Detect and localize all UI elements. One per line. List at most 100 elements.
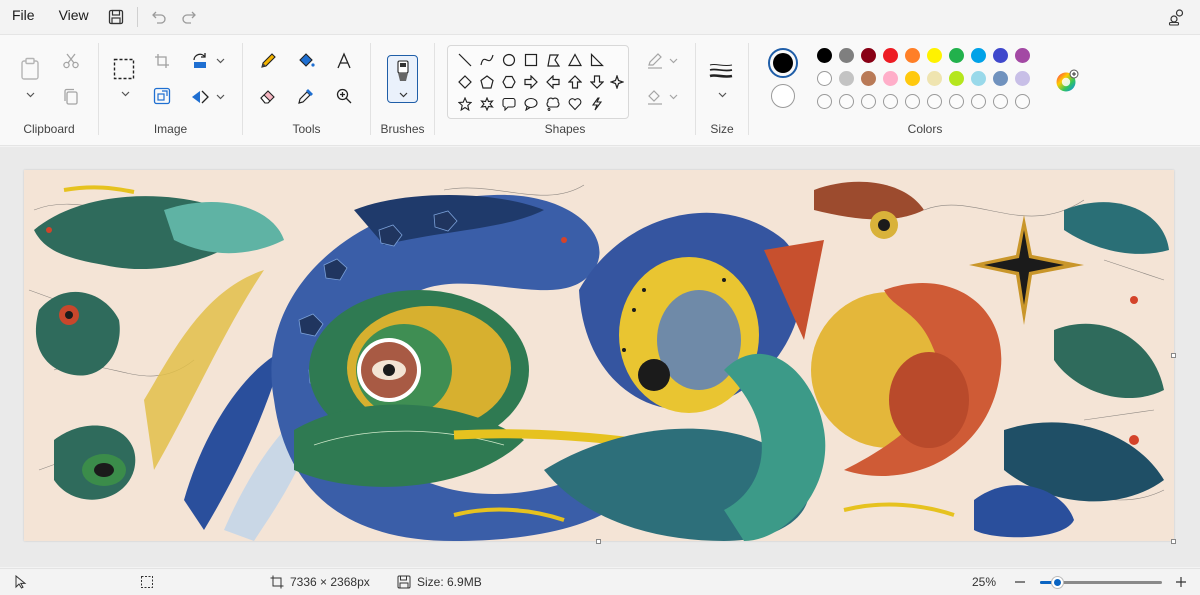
color-swatch[interactable] xyxy=(927,48,942,63)
custom-color-slot[interactable] xyxy=(883,94,898,109)
down-arrow-shape-icon[interactable] xyxy=(588,73,606,91)
color-swatch[interactable] xyxy=(971,48,986,63)
canvas-bottom-handle[interactable] xyxy=(596,539,601,544)
color-swatch[interactable] xyxy=(861,48,876,63)
custom-color-slot[interactable] xyxy=(927,94,942,109)
save-button[interactable] xyxy=(101,0,131,33)
color-swatch[interactable] xyxy=(1015,48,1030,63)
curve-shape-icon[interactable] xyxy=(478,51,496,69)
hexagon-shape-icon[interactable] xyxy=(500,73,518,91)
color-swatch[interactable] xyxy=(993,48,1008,63)
cloud-callout-shape-icon[interactable] xyxy=(544,95,562,113)
copy-button[interactable] xyxy=(57,83,85,111)
diamond-shape-icon[interactable] xyxy=(456,73,474,91)
custom-color-slot[interactable] xyxy=(861,94,876,109)
fill-button[interactable] xyxy=(641,83,669,111)
canvas-corner-handle[interactable] xyxy=(1171,539,1176,544)
zoom-slider-thumb[interactable] xyxy=(1051,576,1064,589)
color-swatch[interactable] xyxy=(949,71,964,86)
color-swatch[interactable] xyxy=(839,71,854,86)
select-button[interactable] xyxy=(110,55,138,83)
color-swatch[interactable] xyxy=(905,71,920,86)
color-swatch[interactable] xyxy=(971,71,986,86)
triangle-shape-icon[interactable] xyxy=(566,51,584,69)
resize-button[interactable] xyxy=(148,82,176,110)
color-swatch[interactable] xyxy=(883,48,898,63)
fill-tool[interactable] xyxy=(292,47,320,75)
five-point-star-shape-icon[interactable] xyxy=(456,95,474,113)
file-size-text: Size: 6.9MB xyxy=(417,575,482,589)
color-swatch[interactable] xyxy=(949,48,964,63)
heart-shape-icon[interactable] xyxy=(566,95,584,113)
fill-bucket-icon xyxy=(299,53,315,67)
six-point-star-shape-icon[interactable] xyxy=(478,95,496,113)
custom-color-slot[interactable] xyxy=(993,94,1008,109)
drawing-canvas[interactable] xyxy=(24,170,1174,541)
polygon-shape-icon[interactable] xyxy=(544,51,562,69)
size-chevron-icon[interactable] xyxy=(716,89,728,101)
color-swatch[interactable] xyxy=(861,71,876,86)
menu-file[interactable]: File xyxy=(0,0,47,33)
oval-shape-icon[interactable] xyxy=(500,51,518,69)
custom-color-slot[interactable] xyxy=(905,94,920,109)
right-arrow-shape-icon[interactable] xyxy=(522,73,540,91)
color-swatch[interactable] xyxy=(817,71,832,86)
custom-color-slot[interactable] xyxy=(839,94,854,109)
secondary-color-button[interactable] xyxy=(771,84,795,108)
outline-chevron-icon[interactable] xyxy=(667,55,679,67)
custom-color-slot[interactable] xyxy=(949,94,964,109)
right-triangle-shape-icon[interactable] xyxy=(588,51,606,69)
color-swatch[interactable] xyxy=(1015,71,1030,86)
rotate-chevron-icon[interactable] xyxy=(214,55,226,67)
custom-color-slot[interactable] xyxy=(1015,94,1030,109)
menu-view[interactable]: View xyxy=(47,0,101,33)
magnifier-tool[interactable] xyxy=(330,82,358,110)
custom-color-slot[interactable] xyxy=(971,94,986,109)
zoom-in-button[interactable] xyxy=(1175,569,1187,595)
outline-button[interactable] xyxy=(641,47,669,75)
brushes-button[interactable] xyxy=(387,55,418,103)
brushes-group: Brushes xyxy=(371,35,434,147)
rotate-button[interactable] xyxy=(186,47,214,75)
four-point-star-shape-icon[interactable] xyxy=(608,73,626,91)
paste-button[interactable] xyxy=(16,55,44,83)
share-button[interactable] xyxy=(1162,0,1192,33)
color-picker-tool[interactable] xyxy=(292,82,320,110)
edit-colors-button[interactable] xyxy=(1055,69,1079,93)
text-tool[interactable] xyxy=(330,47,358,75)
flip-button[interactable] xyxy=(186,83,214,111)
custom-color-slot[interactable] xyxy=(817,94,832,109)
cut-button[interactable] xyxy=(57,47,85,75)
color-swatch[interactable] xyxy=(927,71,942,86)
crop-button[interactable] xyxy=(148,47,176,75)
rectangle-shape-icon[interactable] xyxy=(522,51,540,69)
zoom-slider[interactable] xyxy=(1040,576,1162,589)
color-swatch[interactable] xyxy=(905,48,920,63)
color-swatch[interactable] xyxy=(839,48,854,63)
oval-callout-shape-icon[interactable] xyxy=(522,95,540,113)
zoom-out-button[interactable] xyxy=(1014,569,1026,595)
paste-chevron-icon[interactable] xyxy=(24,89,36,101)
lightning-shape-icon[interactable] xyxy=(588,95,606,113)
select-chevron-icon[interactable] xyxy=(119,88,131,100)
cut-icon xyxy=(63,53,79,69)
canvas-right-handle[interactable] xyxy=(1171,353,1176,358)
eraser-tool[interactable] xyxy=(254,82,282,110)
flip-chevron-icon[interactable] xyxy=(214,91,226,103)
rectangle-select-icon xyxy=(113,58,135,80)
undo-button[interactable] xyxy=(144,0,174,33)
color-swatch[interactable] xyxy=(993,71,1008,86)
size-button[interactable] xyxy=(707,57,735,85)
pencil-tool[interactable] xyxy=(254,47,282,75)
tools-group: Tools xyxy=(243,35,370,147)
pentagon-shape-icon[interactable] xyxy=(478,73,496,91)
left-arrow-shape-icon[interactable] xyxy=(544,73,562,91)
line-shape-icon[interactable] xyxy=(456,51,474,69)
color-swatch[interactable] xyxy=(883,71,898,86)
up-arrow-shape-icon[interactable] xyxy=(566,73,584,91)
redo-button[interactable] xyxy=(174,0,204,33)
color-swatch[interactable] xyxy=(817,48,832,63)
rounded-callout-shape-icon[interactable] xyxy=(500,95,518,113)
fill-chevron-icon[interactable] xyxy=(667,91,679,103)
primary-color-button[interactable] xyxy=(768,48,798,78)
